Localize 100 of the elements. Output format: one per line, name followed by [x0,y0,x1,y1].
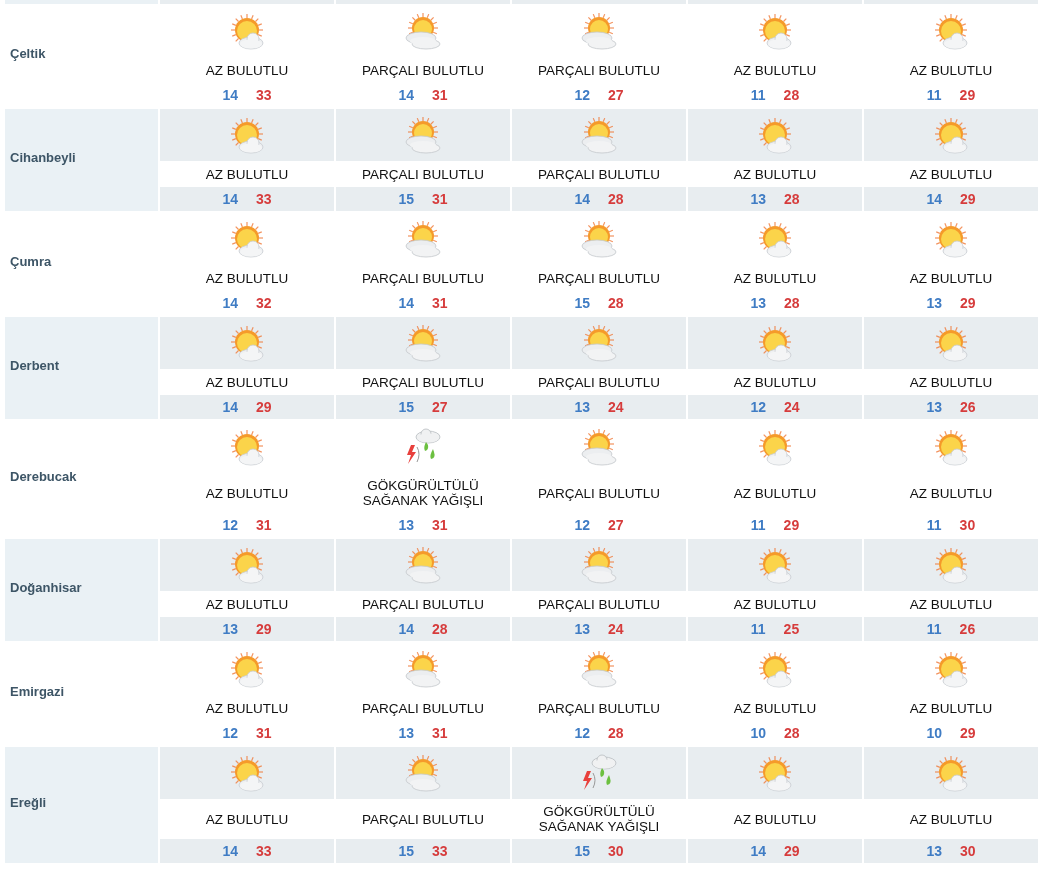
high-temperature: 31 [432,517,448,533]
weather-condition: AZ BULUTLU [205,485,289,501]
weather-condition: PARÇALI BULUTLU [537,596,660,612]
sun-cloud-icon [579,651,619,689]
sun-cloud-icon [579,547,619,585]
low-temperature: 15 [398,191,414,207]
low-temperature: 11 [926,621,942,637]
low-temperature: 13 [926,843,942,859]
low-temperature: 13 [750,295,766,311]
high-temperature: 31 [432,87,448,103]
district-name: Emirgazi [9,682,66,701]
weather-condition: PARÇALI BULUTLU [361,166,484,182]
sun-cloud-icon [403,13,443,51]
weather-condition: AZ BULUTLU [205,811,289,827]
high-temperature: 30 [960,843,976,859]
sun-cloud-icon [579,429,619,467]
weather-condition: AZ BULUTLU [909,596,993,612]
weather-condition: PARÇALI BULUTLU [361,374,484,390]
weather-condition: AZ BULUTLU [909,811,993,827]
weather-condition: AZ BULUTLU [733,62,817,78]
sun-cloud-icon [403,651,443,689]
weather-condition: AZ BULUTLU [909,62,993,78]
high-temperature: 28 [783,87,800,103]
low-temperature: 11 [926,87,942,103]
low-temperature: 12 [574,517,590,533]
high-temperature: 29 [783,517,800,533]
weather-condition: PARÇALI BULUTLU [361,270,484,286]
high-temperature: 27 [432,399,448,415]
high-temperature: 29 [960,725,976,741]
high-temperature: 28 [784,191,800,207]
sun-cloud-icon [403,117,443,155]
weather-condition: PARÇALI BULUTLU [537,374,660,390]
low-temperature: 14 [222,399,238,415]
low-temperature: 14 [398,621,414,637]
low-temperature: 11 [750,87,766,103]
high-temperature: 31 [256,517,272,533]
high-temperature: 29 [960,191,976,207]
low-temperature: 11 [926,517,942,533]
low-temperature: 10 [926,725,942,741]
high-temperature: 28 [608,191,624,207]
low-temperature: 13 [574,399,590,415]
high-temperature: 27 [608,517,624,533]
weather-condition: PARÇALI BULUTLU [361,811,484,827]
sun-cloud-icon [403,755,443,793]
high-temperature: 28 [608,295,624,311]
weather-condition: PARÇALI BULUTLU [361,62,484,78]
district-name: Çeltik [9,44,47,63]
low-temperature: 13 [574,621,590,637]
low-temperature: 14 [574,191,590,207]
high-temperature: 28 [784,725,800,741]
low-temperature: 13 [222,621,238,637]
weather-condition: PARÇALI BULUTLU [361,596,484,612]
high-temperature: 29 [959,87,976,103]
low-temperature: 15 [398,843,414,859]
high-temperature: 27 [608,87,624,103]
high-temperature: 33 [256,843,272,859]
weather-condition: AZ BULUTLU [205,700,289,716]
weather-condition: AZ BULUTLU [909,270,993,286]
sun-cloud-icon [579,13,619,51]
district-name: Cihanbeyli [5,109,158,211]
weather-condition: PARÇALI BULUTLU [361,700,484,716]
low-temperature: 13 [926,399,942,415]
weather-condition: AZ BULUTLU [733,166,817,182]
high-temperature: 30 [959,517,976,533]
weather-condition: AZ BULUTLU [205,62,289,78]
weather-condition: AZ BULUTLU [205,374,289,390]
high-temperature: 29 [256,399,272,415]
low-temperature: 15 [574,843,590,859]
high-temperature: 28 [432,621,448,637]
low-temperature: 12 [574,87,590,103]
weather-condition: AZ BULUTLU [733,596,817,612]
low-temperature: 12 [222,725,238,741]
low-temperature: 14 [926,191,942,207]
weather-condition: AZ BULUTLU [205,270,289,286]
high-temperature: 28 [784,295,800,311]
weather-condition: PARÇALI BULUTLU [537,700,660,716]
low-temperature: 12 [750,399,766,415]
sun-cloud-icon [403,547,443,585]
weather-condition: PARÇALI BULUTLU [537,485,660,501]
low-temperature: 13 [398,725,414,741]
low-temperature: 15 [398,399,414,415]
high-temperature: 26 [960,399,976,415]
high-temperature: 24 [784,399,800,415]
high-temperature: 33 [256,191,272,207]
weather-condition: AZ BULUTLU [733,700,817,716]
high-temperature: 29 [960,295,976,311]
high-temperature: 24 [608,621,624,637]
weather-condition: AZ BULUTLU [733,270,817,286]
high-temperature: 31 [256,725,272,741]
high-temperature: 26 [959,621,976,637]
low-temperature: 14 [222,843,238,859]
high-temperature: 33 [432,843,448,859]
high-temperature: 29 [784,843,800,859]
high-temperature: 31 [432,191,448,207]
sun-cloud-icon [579,117,619,155]
weather-condition: PARÇALI BULUTLU [537,62,660,78]
high-temperature: 29 [256,621,272,637]
district-name: Derebucak [9,467,78,486]
high-temperature: 24 [608,399,624,415]
weather-condition: AZ BULUTLU [205,596,289,612]
